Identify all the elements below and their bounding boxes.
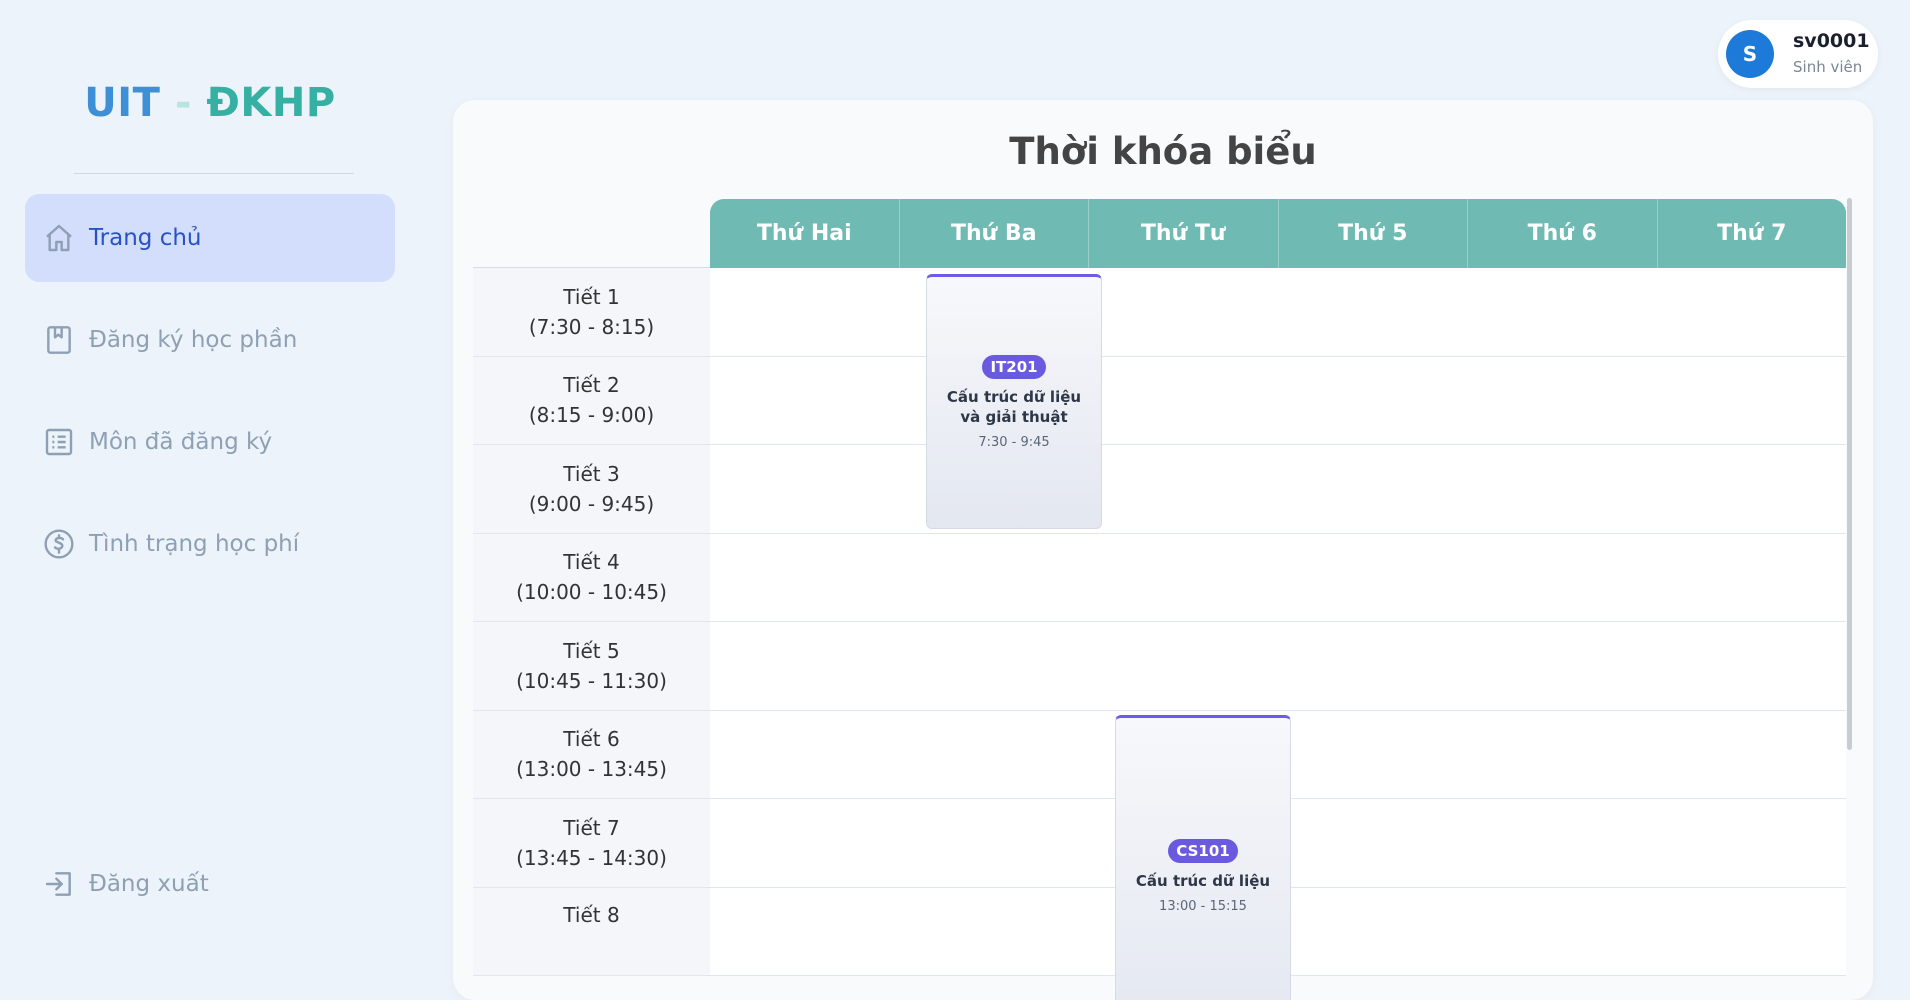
period-name: Tiết 1 bbox=[563, 284, 620, 309]
course-time: 13:00 - 15:15 bbox=[1159, 898, 1247, 914]
period-label: Tiết 1 (7:30 - 8:15) bbox=[473, 268, 710, 356]
book-icon bbox=[47, 326, 71, 354]
period-time: (10:45 - 11:30) bbox=[516, 668, 667, 693]
course-time: 7:30 - 9:45 bbox=[978, 435, 1050, 450]
day-header: Thứ 5 bbox=[1279, 199, 1468, 268]
logo-divider bbox=[74, 173, 354, 174]
logo-separator: - bbox=[174, 80, 192, 126]
period-row: Tiết 5 (10:45 - 11:30) bbox=[473, 622, 1846, 711]
user-menu[interactable]: S sv0001 Sinh viên bbox=[1718, 20, 1878, 88]
nav-logout[interactable]: Đăng xuất bbox=[25, 840, 395, 928]
period-row: Tiết 3 (9:00 - 9:45) bbox=[473, 445, 1846, 534]
page-title: Thời khóa biểu bbox=[1009, 130, 1317, 173]
period-row: Tiết 4 (10:00 - 10:45) bbox=[473, 533, 1846, 622]
nav-registered-label: Môn đã đăng ký bbox=[89, 429, 273, 455]
avatar: S bbox=[1726, 30, 1774, 78]
user-name: sv0001 bbox=[1793, 30, 1870, 52]
period-name: Tiết 8 bbox=[563, 902, 620, 927]
period-name: Tiết 4 bbox=[563, 550, 620, 575]
period-name: Tiết 5 bbox=[563, 638, 620, 663]
period-time: (8:15 - 9:00) bbox=[528, 403, 655, 428]
nav-tuition-label: Tình trạng học phí bbox=[89, 531, 300, 557]
course-code: CS101 bbox=[1168, 838, 1238, 863]
nav-tuition[interactable]: Tình trạng học phí bbox=[25, 500, 395, 588]
course-name: Cấu trúc dữ liệu và giải thuật bbox=[946, 388, 1082, 426]
period-cells bbox=[710, 533, 1846, 621]
period-row: Tiết 1 (7:30 - 8:15) bbox=[473, 268, 1846, 357]
course-name: Cấu trúc dữ liệu bbox=[1135, 871, 1271, 890]
nav-logout-label: Đăng xuất bbox=[89, 871, 209, 897]
period-label: Tiết 2 (8:15 - 9:00) bbox=[473, 356, 710, 444]
nav-home[interactable]: Trang chủ bbox=[25, 194, 395, 282]
period-time: (13:45 - 14:30) bbox=[516, 845, 667, 870]
list-icon bbox=[45, 428, 73, 456]
day-header: Thứ Hai bbox=[710, 199, 900, 268]
period-label: Tiết 8 bbox=[473, 887, 710, 975]
app-logo: UIT - ĐKHP bbox=[0, 80, 420, 126]
user-role: Sinh viên bbox=[1793, 58, 1863, 76]
logo-uit: UIT bbox=[84, 80, 161, 126]
home-icon bbox=[46, 224, 72, 252]
period-time: (10:00 - 10:45) bbox=[516, 580, 667, 605]
period-label: Tiết 5 (10:45 - 11:30) bbox=[473, 622, 710, 710]
period-name: Tiết 3 bbox=[563, 461, 620, 486]
period-label: Tiết 3 (9:00 - 9:45) bbox=[473, 445, 710, 533]
period-cells bbox=[710, 445, 1846, 533]
period-time: (9:00 - 9:45) bbox=[528, 491, 655, 516]
period-name: Tiết 6 bbox=[563, 727, 620, 752]
period-cells bbox=[710, 268, 1846, 356]
nav-register-label: Đăng ký học phần bbox=[89, 327, 298, 353]
logo-dkhp: ĐKHP bbox=[206, 80, 336, 126]
day-header: Thứ Tư bbox=[1089, 199, 1279, 268]
scrollbar[interactable] bbox=[1847, 198, 1852, 750]
period-time: (7:30 - 8:15) bbox=[528, 314, 655, 339]
period-cells bbox=[710, 356, 1846, 444]
course-code: IT201 bbox=[982, 355, 1046, 379]
period-row: Tiết 2 (8:15 - 9:00) bbox=[473, 356, 1846, 445]
day-header: Thứ 7 bbox=[1717, 221, 1787, 246]
sidebar: UIT - ĐKHP Trang chủ Đăng ký học phần Mô… bbox=[0, 0, 420, 923]
day-header: Thứ 6 bbox=[1468, 199, 1658, 268]
period-time: (13:00 - 13:45) bbox=[516, 757, 667, 782]
day-header: Thứ Ba bbox=[900, 199, 1089, 268]
period-name: Tiết 7 bbox=[563, 815, 620, 840]
timetable-header: Thứ Hai Thứ Ba Thứ Tư Thứ 5 Thứ 6 Thứ 7 bbox=[710, 199, 1846, 268]
nav-home-label: Trang chủ bbox=[89, 225, 202, 251]
timetable-card: Thời khóa biểu Thứ Hai Thứ Ba Thứ Tư Thứ… bbox=[453, 100, 1873, 1000]
course-block[interactable]: CS101 Cấu trúc dữ liệu 13:00 - 15:15 bbox=[1115, 715, 1291, 1000]
logout-icon bbox=[45, 872, 71, 896]
dollar-circle-icon bbox=[44, 529, 74, 559]
period-label: Tiết 6 (13:00 - 13:45) bbox=[473, 710, 710, 798]
nav-registered[interactable]: Môn đã đăng ký bbox=[25, 398, 395, 486]
course-block[interactable]: IT201 Cấu trúc dữ liệu và giải thuật 7:3… bbox=[926, 274, 1102, 529]
nav-register[interactable]: Đăng ký học phần bbox=[25, 296, 395, 384]
period-cells bbox=[710, 622, 1846, 710]
period-label: Tiết 7 (13:45 - 14:30) bbox=[473, 799, 710, 887]
period-label: Tiết 4 (10:00 - 10:45) bbox=[473, 533, 710, 621]
period-name: Tiết 2 bbox=[563, 373, 620, 398]
